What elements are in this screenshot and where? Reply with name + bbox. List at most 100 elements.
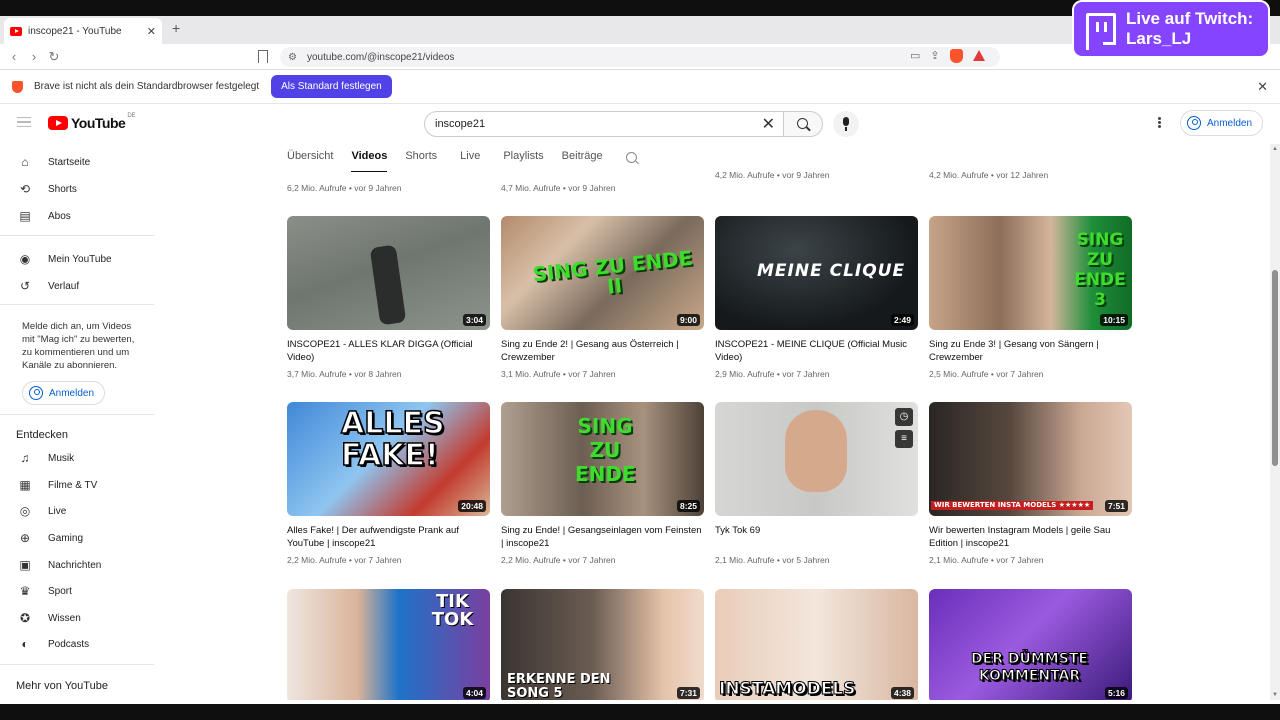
cast-icon[interactable]: ▭ bbox=[910, 49, 920, 63]
account-icon bbox=[29, 386, 43, 400]
scrollbar-thumb[interactable] bbox=[1272, 270, 1278, 466]
video-thumbnail[interactable]: TIK TOK 4:04 bbox=[287, 589, 490, 700]
sidebar-item-learning[interactable]: ✪ Wissen bbox=[0, 605, 154, 631]
sidebar-item-label: Mein YouTube bbox=[48, 253, 112, 265]
clear-search-icon[interactable]: ✕ bbox=[762, 114, 775, 134]
video-card[interactable]: ◷ ≡ Tyk Tok 69 2,1 Mio. Aufrufe • vor 5 … bbox=[715, 402, 918, 565]
scroll-down-icon[interactable]: ▼ bbox=[1272, 692, 1278, 698]
video-card[interactable]: TIK TOK 4:04 bbox=[287, 589, 490, 700]
video-meta: 3,7 Mio. Aufrufe • vor 8 Jahren bbox=[287, 369, 402, 379]
back-icon[interactable]: ‹ bbox=[4, 49, 24, 64]
tab-overview[interactable]: Übersicht bbox=[278, 144, 342, 172]
video-thumbnail[interactable]: ERKENNE DEN SONG 5 7:31 bbox=[501, 589, 704, 700]
video-title[interactable]: INSCOPE21 - MEINE CLIQUE (Official Music… bbox=[715, 338, 918, 364]
sidebar-item-label: Startseite bbox=[48, 156, 91, 168]
channel-tabs: Übersicht Videos Shorts Live Playlists B… bbox=[278, 144, 637, 172]
video-card[interactable]: INSTAMODELS 4:38 bbox=[715, 589, 918, 700]
video-card[interactable]: SING ZU ENDE II 9:00 Sing zu Ende 2! | G… bbox=[501, 216, 704, 379]
site-settings-icon[interactable]: ⚙ bbox=[288, 52, 297, 63]
video-card[interactable]: ERKENNE DEN SONG 5 7:31 bbox=[501, 589, 704, 700]
menu-icon[interactable] bbox=[17, 117, 31, 127]
video-card[interactable]: MEINE CLIQUE 2:49 INSCOPE21 - MEINE CLIQ… bbox=[715, 216, 918, 379]
sidebar-item-news[interactable]: ▣ Nachrichten bbox=[0, 552, 154, 578]
video-title[interactable]: INSCOPE21 - ALLES KLAR DIGGA (Official V… bbox=[287, 338, 490, 364]
signin-label: Anmelden bbox=[49, 387, 95, 399]
search-icon bbox=[797, 118, 808, 129]
video-duration: 5:16 bbox=[1104, 687, 1128, 699]
video-thumbnail[interactable]: WIR BEWERTEN INSTA MODELS ★★★★★ 7:51 bbox=[929, 402, 1132, 516]
new-tab-icon[interactable]: + bbox=[172, 20, 180, 36]
more-options-icon[interactable] bbox=[1158, 117, 1161, 120]
video-thumbnail[interactable]: ALLES FAKE! 20:48 bbox=[287, 402, 490, 516]
sidebar-item-subscriptions[interactable]: ▤ Abos bbox=[0, 203, 154, 229]
scroll-up-icon[interactable]: ▲ bbox=[1272, 146, 1278, 152]
video-card[interactable]: WIR BEWERTEN INSTA MODELS ★★★★★ 7:51 Wir… bbox=[929, 402, 1132, 565]
tab-posts[interactable]: Beiträge bbox=[553, 144, 612, 172]
video-title[interactable]: Wir bewerten Instagram Models | geile Sa… bbox=[929, 524, 1132, 550]
tab-videos[interactable]: Videos bbox=[342, 144, 396, 172]
search-button[interactable] bbox=[783, 111, 823, 137]
sidebar-item-you[interactable]: ◉ Mein YouTube bbox=[0, 246, 154, 272]
sidebar-item-live[interactable]: ◎ Live bbox=[0, 498, 154, 524]
video-thumbnail[interactable]: SING ZU ENDE 8:25 bbox=[501, 402, 704, 516]
sidebar-item-label: Abos bbox=[48, 210, 71, 222]
video-thumbnail[interactable]: SING ZU ENDE II 9:00 bbox=[501, 216, 704, 330]
tab-shorts[interactable]: Shorts bbox=[396, 144, 446, 172]
video-thumbnail[interactable]: ◷ ≡ bbox=[715, 402, 918, 516]
video-title[interactable]: Tyk Tok 69 bbox=[715, 524, 918, 550]
video-duration: 8:25 bbox=[676, 500, 700, 512]
youtube-logo[interactable]: YouTube DE bbox=[48, 113, 136, 131]
video-title[interactable]: Alles Fake! | Der aufwendigste Prank auf… bbox=[287, 524, 490, 550]
signin-button[interactable]: Anmelden bbox=[1180, 110, 1264, 136]
sidebar-item-sport[interactable]: ♛ Sport bbox=[0, 578, 154, 604]
sidebar-item-movies[interactable]: ▦ Filme & TV bbox=[0, 472, 154, 498]
channel-search-icon[interactable] bbox=[625, 152, 637, 163]
video-thumbnail[interactable]: MEINE CLIQUE 2:49 bbox=[715, 216, 918, 330]
sidebar-item-label: Verlauf bbox=[48, 280, 80, 292]
video-card[interactable]: ALLES FAKE! 20:48 Alles Fake! | Der aufw… bbox=[287, 402, 490, 565]
sidebar-signin-button[interactable]: Anmelden bbox=[22, 381, 106, 405]
sidebar-item-music[interactable]: ♫ Musik bbox=[0, 445, 154, 471]
video-title[interactable]: Sing zu Ende 3! | Gesang von Sängern | C… bbox=[929, 338, 1132, 364]
share-icon[interactable]: ⇪ bbox=[930, 49, 939, 63]
tab-playlists[interactable]: Playlists bbox=[494, 144, 552, 172]
close-tab-icon[interactable]: ✕ bbox=[147, 25, 156, 38]
video-card[interactable]: 3:04 INSCOPE21 - ALLES KLAR DIGGA (Offic… bbox=[287, 216, 490, 379]
sidebar-item-home[interactable]: ⌂ Startseite bbox=[0, 149, 154, 175]
video-thumbnail[interactable]: DER DÜMMSTE KOMMENTAR 5:16 bbox=[929, 589, 1132, 700]
video-card[interactable]: DER DÜMMSTE KOMMENTAR 5:16 bbox=[929, 589, 1132, 700]
film-icon: ▦ bbox=[19, 478, 31, 492]
thumbnail-overlay-text: SING ZU ENDE 3 bbox=[1074, 230, 1126, 310]
video-meta: 2,9 Mio. Aufrufe • vor 7 Jahren bbox=[715, 369, 830, 379]
video-thumbnail[interactable]: SING ZU ENDE 3 10:15 bbox=[929, 216, 1132, 330]
add-to-queue-icon[interactable]: ≡ bbox=[895, 430, 913, 448]
url-field[interactable]: ⚙ youtube.com/@inscope21/videos bbox=[280, 47, 1000, 67]
sidebar-item-history[interactable]: ↺ Verlauf bbox=[0, 273, 154, 299]
video-thumbnail[interactable]: 3:04 bbox=[287, 216, 490, 330]
close-infobar-icon[interactable]: ✕ bbox=[1257, 79, 1268, 95]
sidebar-item-shorts[interactable]: ⟲ Shorts bbox=[0, 176, 154, 202]
brave-rewards-icon[interactable] bbox=[972, 50, 985, 61]
video-card[interactable]: SING ZU ENDE 3 10:15 Sing zu Ende 3! | G… bbox=[929, 216, 1132, 379]
watch-later-icon[interactable]: ◷ bbox=[895, 408, 913, 426]
sidebar-item-gaming[interactable]: ⊕ Gaming bbox=[0, 525, 154, 551]
reload-icon[interactable]: ↻ bbox=[44, 49, 64, 65]
video-duration: 2:49 bbox=[890, 314, 914, 326]
video-title[interactable]: Sing zu Ende! | Gesangseinlagen vom Fein… bbox=[501, 524, 704, 550]
thumbnail-overlay-text: SING ZU ENDE bbox=[575, 414, 636, 486]
forward-icon[interactable]: › bbox=[24, 49, 44, 64]
bookmark-icon[interactable] bbox=[258, 50, 268, 63]
sidebar-item-podcasts[interactable]: ◐ Podcasts bbox=[0, 631, 154, 657]
video-thumbnail[interactable]: INSTAMODELS 4:38 bbox=[715, 589, 918, 700]
video-title[interactable]: Sing zu Ende 2! | Gesang aus Österreich … bbox=[501, 338, 704, 364]
voice-search-icon[interactable] bbox=[833, 111, 859, 137]
page-scrollbar[interactable]: ▲ ▼ bbox=[1270, 144, 1280, 700]
tab-live[interactable]: Live bbox=[446, 144, 494, 172]
video-card[interactable]: SING ZU ENDE 8:25 Sing zu Ende! | Gesang… bbox=[501, 402, 704, 565]
sidebar-item-label: Live bbox=[48, 505, 67, 517]
search-input[interactable]: inscope21 ✕ bbox=[424, 111, 784, 137]
brave-shields-icon[interactable] bbox=[949, 49, 963, 63]
browser-tab[interactable]: inscope21 - YouTube ✕ bbox=[4, 18, 162, 44]
set-default-button[interactable]: Als Standard festlegen bbox=[271, 75, 392, 98]
thumbnail-overlay-text: INSTAMODELS bbox=[718, 679, 856, 699]
